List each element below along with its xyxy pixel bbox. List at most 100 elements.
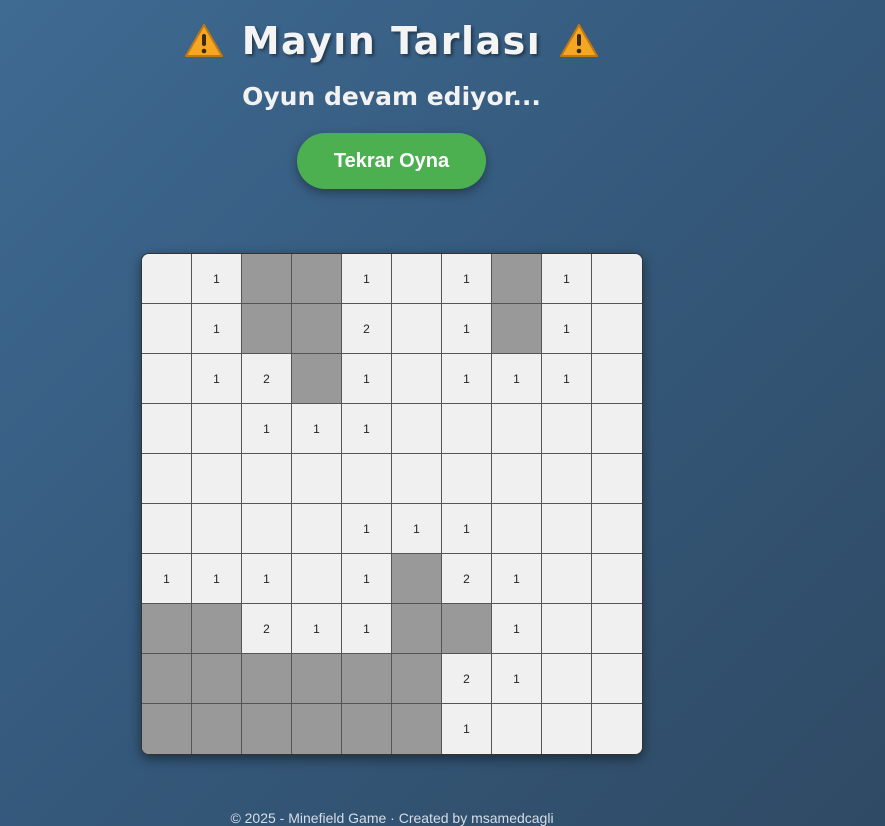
revealed-cell: 1 xyxy=(492,554,542,604)
hidden-cell[interactable] xyxy=(392,654,442,704)
revealed-cell xyxy=(592,254,642,304)
hidden-cell[interactable] xyxy=(442,604,492,654)
hidden-cell[interactable] xyxy=(242,254,292,304)
revealed-cell: 1 xyxy=(292,404,342,454)
revealed-cell xyxy=(492,504,542,554)
revealed-cell: 1 xyxy=(342,554,392,604)
revealed-cell xyxy=(492,454,542,504)
hidden-cell[interactable] xyxy=(342,654,392,704)
hidden-cell[interactable] xyxy=(142,604,192,654)
revealed-cell: 1 xyxy=(342,354,392,404)
revealed-cell xyxy=(142,254,192,304)
revealed-cell xyxy=(192,454,242,504)
hidden-cell[interactable] xyxy=(392,604,442,654)
revealed-cell: 1 xyxy=(492,604,542,654)
hidden-cell[interactable] xyxy=(492,304,542,354)
revealed-cell: 1 xyxy=(342,604,392,654)
hidden-cell[interactable] xyxy=(192,654,242,704)
revealed-cell xyxy=(142,504,192,554)
revealed-cell xyxy=(542,554,592,604)
revealed-cell xyxy=(592,404,642,454)
hidden-cell[interactable] xyxy=(292,654,342,704)
revealed-cell: 1 xyxy=(542,354,592,404)
revealed-cell xyxy=(592,354,642,404)
revealed-cell: 1 xyxy=(492,354,542,404)
revealed-cell: 1 xyxy=(292,604,342,654)
revealed-cell: 1 xyxy=(342,254,392,304)
revealed-cell xyxy=(192,404,242,454)
revealed-cell xyxy=(392,254,442,304)
revealed-cell: 1 xyxy=(392,504,442,554)
title-row: Mayın Tarlası xyxy=(141,16,642,66)
revealed-cell: 1 xyxy=(192,304,242,354)
revealed-cell: 1 xyxy=(192,554,242,604)
revealed-cell: 1 xyxy=(242,404,292,454)
revealed-cell xyxy=(542,604,592,654)
revealed-cell xyxy=(592,554,642,604)
revealed-cell: 1 xyxy=(492,654,542,704)
revealed-cell xyxy=(442,454,492,504)
revealed-cell: 1 xyxy=(192,254,242,304)
revealed-cell xyxy=(592,504,642,554)
revealed-cell: 1 xyxy=(142,554,192,604)
hidden-cell[interactable] xyxy=(342,704,392,754)
revealed-cell xyxy=(392,404,442,454)
revealed-cell xyxy=(142,354,192,404)
revealed-cell xyxy=(342,454,392,504)
revealed-cell: 1 xyxy=(342,504,392,554)
revealed-cell xyxy=(592,654,642,704)
hidden-cell[interactable] xyxy=(492,254,542,304)
revealed-cell: 1 xyxy=(442,504,492,554)
hidden-cell[interactable] xyxy=(392,704,442,754)
revealed-cell: 2 xyxy=(242,604,292,654)
revealed-cell: 1 xyxy=(542,254,592,304)
hidden-cell[interactable] xyxy=(392,554,442,604)
revealed-cell: 1 xyxy=(442,254,492,304)
revealed-cell: 2 xyxy=(242,354,292,404)
revealed-cell xyxy=(142,404,192,454)
footer-text: © 2025 - Minefield Game · Created by msa… xyxy=(230,810,554,826)
hidden-cell[interactable] xyxy=(242,704,292,754)
revealed-cell: 1 xyxy=(342,404,392,454)
hidden-cell[interactable] xyxy=(292,704,342,754)
revealed-cell xyxy=(592,304,642,354)
revealed-cell xyxy=(242,454,292,504)
revealed-cell: 1 xyxy=(442,704,492,754)
revealed-cell xyxy=(392,304,442,354)
minefield-board: 111112111211111111111111212111211 xyxy=(141,253,643,755)
hidden-cell[interactable] xyxy=(292,304,342,354)
revealed-cell: 1 xyxy=(442,354,492,404)
revealed-cell xyxy=(542,654,592,704)
warning-icon xyxy=(184,24,223,57)
revealed-cell xyxy=(142,304,192,354)
hidden-cell[interactable] xyxy=(142,704,192,754)
revealed-cell xyxy=(392,354,442,404)
revealed-cell xyxy=(142,454,192,504)
restart-button[interactable]: Tekrar Oyna xyxy=(297,133,486,189)
hidden-cell[interactable] xyxy=(192,604,242,654)
revealed-cell: 2 xyxy=(342,304,392,354)
hidden-cell[interactable] xyxy=(142,654,192,704)
hidden-cell[interactable] xyxy=(292,354,342,404)
revealed-cell: 1 xyxy=(242,554,292,604)
page-title: Mayın Tarlası xyxy=(241,19,542,63)
revealed-cell xyxy=(292,504,342,554)
revealed-cell xyxy=(542,404,592,454)
revealed-cell: 2 xyxy=(442,654,492,704)
game-status: Oyun devam ediyor... xyxy=(242,82,541,111)
revealed-cell xyxy=(492,404,542,454)
revealed-cell xyxy=(442,404,492,454)
revealed-cell xyxy=(542,454,592,504)
revealed-cell xyxy=(542,704,592,754)
revealed-cell xyxy=(192,504,242,554)
revealed-cell xyxy=(392,454,442,504)
hidden-cell[interactable] xyxy=(192,704,242,754)
revealed-cell xyxy=(242,504,292,554)
revealed-cell xyxy=(592,604,642,654)
hidden-cell[interactable] xyxy=(292,254,342,304)
revealed-cell: 1 xyxy=(442,304,492,354)
warning-icon xyxy=(560,24,599,57)
revealed-cell: 1 xyxy=(542,304,592,354)
hidden-cell[interactable] xyxy=(242,304,292,354)
hidden-cell[interactable] xyxy=(242,654,292,704)
